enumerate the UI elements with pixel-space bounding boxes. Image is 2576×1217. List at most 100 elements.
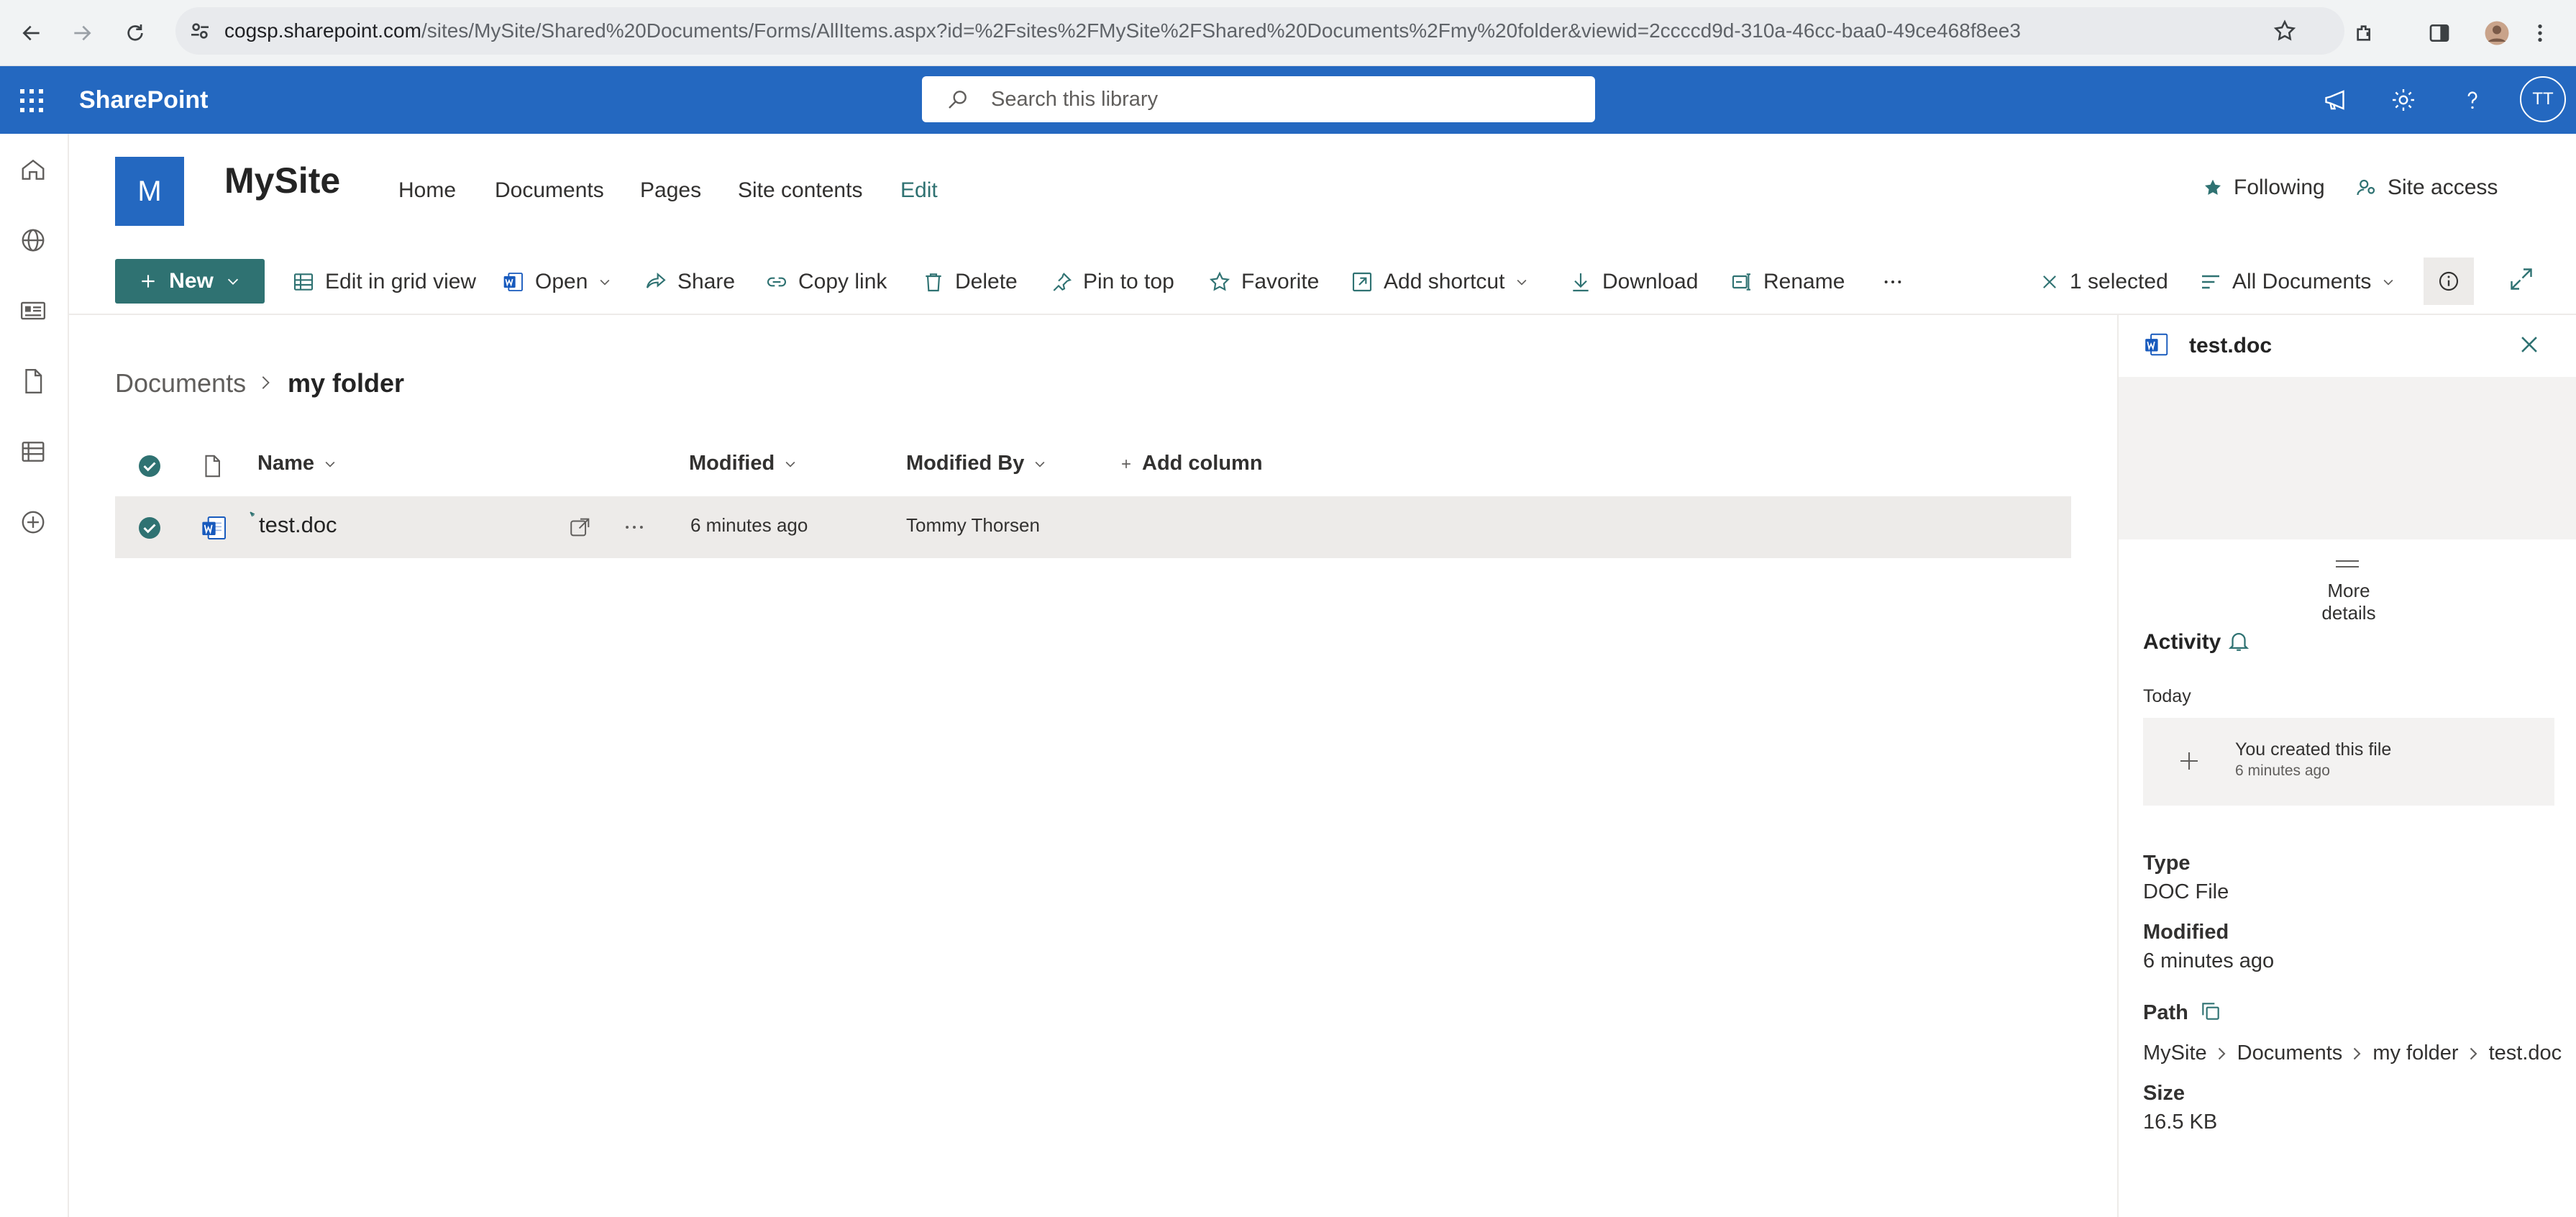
breadcrumb-documents[interactable]: Documents <box>115 368 246 398</box>
delete-button[interactable]: Delete <box>922 266 1018 298</box>
file-name-link[interactable]: test.doc <box>259 512 337 538</box>
add-shortcut-button[interactable]: Add shortcut <box>1351 266 1529 298</box>
help-icon[interactable] <box>2455 83 2490 117</box>
plus-icon <box>2176 748 2202 774</box>
info-icon <box>2437 270 2460 293</box>
path-segment[interactable]: my folder <box>2372 1041 2458 1065</box>
chevron-right-icon <box>256 368 276 397</box>
settings-gear-icon[interactable] <box>2386 83 2421 117</box>
browser-menu-icon[interactable] <box>2521 14 2559 52</box>
plus-icon <box>139 272 157 291</box>
breadcrumb-current-folder: my folder <box>288 368 405 398</box>
activity-heading: Activity <box>2143 630 2221 654</box>
select-all-checkbox[interactable] <box>137 453 163 479</box>
modified-label: Modified <box>2143 921 2229 944</box>
site-title[interactable]: MySite <box>224 160 340 201</box>
news-icon[interactable] <box>14 292 52 329</box>
search-icon <box>946 88 969 111</box>
bell-icon[interactable] <box>2226 629 2251 653</box>
copy-path-icon[interactable] <box>2199 1000 2222 1023</box>
lists-icon[interactable] <box>14 433 52 470</box>
site-nav-home[interactable]: Home <box>398 178 456 203</box>
path-segment[interactable]: MySite <box>2143 1041 2207 1065</box>
column-header-name[interactable]: Name <box>257 452 337 475</box>
chevron-down-icon <box>598 275 612 289</box>
delete-label: Delete <box>955 270 1018 293</box>
column-header-modified-by[interactable]: Modified By <box>906 452 1047 475</box>
favorite-label: Favorite <box>1241 270 1320 293</box>
left-app-bar <box>0 134 69 1217</box>
copy-link-button[interactable]: Copy link <box>765 266 887 298</box>
reload-icon[interactable] <box>117 14 154 52</box>
home-icon[interactable] <box>14 151 52 188</box>
site-nav-pages[interactable]: Pages <box>640 178 701 203</box>
browser-toolbar: cogsp.sharepoint.com/sites/MySite/Shared… <box>0 0 2576 66</box>
extensions-icon[interactable] <box>2346 14 2383 52</box>
app-brand[interactable]: SharePoint <box>79 66 208 134</box>
copy-link-label: Copy link <box>798 270 887 293</box>
file-type-header-icon[interactable] <box>200 453 224 479</box>
url-host: cogsp.sharepoint.com <box>224 19 421 42</box>
type-label: Type <box>2143 852 2191 875</box>
share-button[interactable]: Share <box>644 266 735 298</box>
address-bar[interactable]: cogsp.sharepoint.com/sites/MySite/Shared… <box>175 7 2344 55</box>
path-segment[interactable]: Documents <box>2237 1041 2343 1065</box>
site-nav-documents[interactable]: Documents <box>495 178 604 203</box>
create-icon[interactable] <box>14 503 52 541</box>
site-logo[interactable]: M <box>115 157 184 226</box>
share-row-icon[interactable] <box>568 515 593 539</box>
site-access-button[interactable]: Site access <box>2356 176 2498 200</box>
search-input[interactable]: Search this library <box>922 76 1595 122</box>
view-selector[interactable]: All Documents <box>2199 266 2395 298</box>
globe-icon[interactable] <box>14 222 52 259</box>
clear-selection-button[interactable]: 1 selected <box>2040 266 2168 298</box>
forward-icon[interactable] <box>63 14 101 52</box>
new-button[interactable]: New <box>115 259 265 304</box>
row-checkbox[interactable] <box>137 515 163 541</box>
following-button[interactable]: Following <box>2202 176 2325 200</box>
url-text: cogsp.sharepoint.com/sites/MySite/Shared… <box>224 7 2021 55</box>
close-pane-icon[interactable] <box>2517 332 2541 357</box>
word-file-icon <box>2143 331 2170 358</box>
megaphone-icon[interactable] <box>2319 83 2353 117</box>
modified-by-cell[interactable]: Tommy Thorsen <box>906 514 1040 537</box>
table-row[interactable] <box>115 496 2071 558</box>
bookmark-star-icon[interactable] <box>2273 19 2297 43</box>
back-icon[interactable] <box>13 14 50 52</box>
link-icon <box>765 270 788 293</box>
more-actions-icon[interactable] <box>621 515 647 539</box>
app-launcher-icon[interactable] <box>19 88 45 114</box>
expand-icon[interactable] <box>2508 266 2534 292</box>
add-column-button[interactable]: Add column <box>1119 452 1263 475</box>
add-column-label: Add column <box>1142 452 1263 475</box>
side-panel-icon[interactable] <box>2421 14 2458 52</box>
profile-avatar-icon[interactable] <box>2478 14 2516 52</box>
grid-icon <box>292 270 315 293</box>
details-file-name: test.doc <box>2189 334 2273 357</box>
list-view-icon <box>2199 270 2222 293</box>
chevron-down-icon <box>225 273 241 289</box>
files-icon[interactable] <box>14 363 52 400</box>
download-button[interactable]: Download <box>1569 266 1698 298</box>
chevron-right-icon <box>2467 1045 2480 1062</box>
details-pane-button[interactable] <box>2424 257 2474 305</box>
column-header-modified[interactable]: Modified <box>689 452 798 475</box>
rename-icon <box>1730 270 1753 293</box>
shortcut-icon <box>1351 270 1374 293</box>
drag-handle-icon[interactable] <box>2334 557 2360 571</box>
site-info-icon[interactable] <box>188 19 211 42</box>
more-commands-button[interactable] <box>1880 266 1906 298</box>
user-avatar[interactable]: TT <box>2520 76 2566 122</box>
url-path: /sites/MySite/Shared%20Documents/Forms/A… <box>421 19 2021 42</box>
more-horizontal-icon <box>1880 270 1906 293</box>
site-nav-edit[interactable]: Edit <box>900 178 938 203</box>
rename-button[interactable]: Rename <box>1730 266 1845 298</box>
site-nav-site-contents[interactable]: Site contents <box>738 178 862 203</box>
rename-label: Rename <box>1763 270 1845 293</box>
pin-to-top-button[interactable]: Pin to top <box>1050 266 1174 298</box>
favorite-button[interactable]: Favorite <box>1208 266 1319 298</box>
type-value: DOC File <box>2143 880 2229 903</box>
open-button[interactable]: Open <box>502 266 612 298</box>
more-details-link[interactable]: More details <box>2298 580 2399 624</box>
edit-grid-view-button[interactable]: Edit in grid view <box>292 266 476 298</box>
